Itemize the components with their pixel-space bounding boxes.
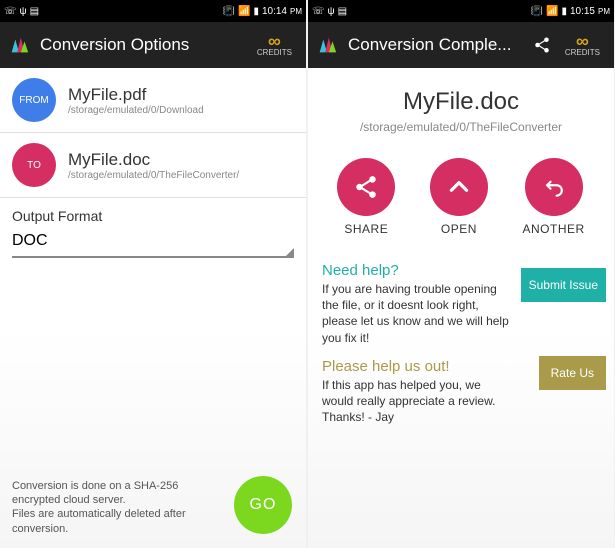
from-file-info: MyFile.pdf /storage/emulated/0/Download [68, 85, 294, 116]
app-logo-icon [8, 34, 30, 56]
status-right: 📳 📶 ▮ 10:14PM [223, 6, 302, 17]
bars-icon: ▤ [338, 6, 347, 17]
page-title: Conversion Options [40, 35, 251, 55]
share-button[interactable]: SHARE [337, 158, 395, 236]
usb-icon: ψ [20, 6, 27, 17]
screen-conversion-options: ☏ ψ ▤ 📳 📶 ▮ 10:14PM Conversion Options ∞… [0, 0, 306, 548]
help-section-1: Need help? If you are having trouble ope… [308, 250, 614, 346]
submit-issue-button[interactable]: Submit Issue [521, 268, 606, 302]
help-section-2: Please help us out! If this app has help… [308, 346, 614, 426]
go-label: GO [250, 496, 277, 514]
usb-icon: ψ [328, 6, 335, 17]
vibrate-icon: 📳 [531, 6, 543, 17]
share-icon [533, 36, 551, 54]
output-format-value: DOC [12, 232, 48, 249]
status-left: ☏ ψ ▤ [4, 6, 39, 17]
clock-text: 10:14 [262, 6, 287, 17]
to-file-info: MyFile.doc /storage/emulated/0/TheFileCo… [68, 150, 294, 181]
status-bar: ☏ ψ ▤ 📳 📶 ▮ 10:14PM [0, 0, 306, 22]
footer-note: Conversion is done on a SHA-256 encrypte… [12, 479, 212, 536]
from-file-path: /storage/emulated/0/Download [68, 105, 294, 116]
to-file-name: MyFile.doc [68, 150, 294, 170]
from-badge: FROM [12, 78, 56, 122]
credits-label: CREDITS [257, 48, 292, 57]
battery-icon: ▮ [561, 6, 567, 17]
share-circle [337, 158, 395, 216]
signal-icon: 📶 [546, 6, 558, 17]
share-icon [353, 174, 379, 200]
bars-icon: ▤ [30, 6, 39, 17]
vibrate-icon: 📳 [223, 6, 235, 17]
share-action-button[interactable] [525, 36, 559, 54]
clock-text: 10:15 [570, 6, 595, 17]
status-right: 📳 📶 ▮ 10:15PM [531, 6, 610, 17]
credits-button[interactable]: ∞ CREDITS [251, 34, 298, 57]
credits-button[interactable]: ∞ CREDITS [559, 34, 606, 57]
go-button[interactable]: GO [234, 476, 292, 534]
another-label: ANOTHER [523, 222, 585, 236]
open-circle [430, 158, 488, 216]
clock-suffix: PM [598, 7, 610, 16]
battery-icon: ▮ [253, 6, 259, 17]
to-file-path: /storage/emulated/0/TheFileConverter/ [68, 170, 294, 181]
clock-suffix: PM [290, 7, 302, 16]
action-row: SHARE OPEN ANOTHER [308, 144, 614, 250]
result-filename: MyFile.doc [320, 88, 602, 116]
credits-label: CREDITS [565, 48, 600, 57]
another-button[interactable]: ANOTHER [523, 158, 585, 236]
app-logo-icon [316, 34, 338, 56]
open-button[interactable]: OPEN [430, 158, 488, 236]
voicemail-icon: ☏ [4, 6, 17, 17]
infinity-icon: ∞ [576, 34, 589, 48]
to-file-row[interactable]: TO MyFile.doc /storage/emulated/0/TheFil… [0, 133, 306, 198]
output-format-dropdown[interactable]: DOC [12, 226, 294, 258]
signal-icon: 📶 [238, 6, 250, 17]
another-circle [525, 158, 583, 216]
from-file-name: MyFile.pdf [68, 85, 294, 105]
status-left: ☏ ψ ▤ [312, 6, 347, 17]
app-bar: Conversion Options ∞ CREDITS [0, 22, 306, 68]
status-bar: ☏ ψ ▤ 📳 📶 ▮ 10:15PM [308, 0, 614, 22]
page-title: Conversion Comple... [348, 35, 525, 55]
undo-icon [541, 174, 567, 200]
from-file-row[interactable]: FROM MyFile.pdf /storage/emulated/0/Down… [0, 68, 306, 133]
screen-conversion-complete: ☏ ψ ▤ 📳 📶 ▮ 10:15PM Conversion Comple...… [308, 0, 614, 548]
chevron-up-icon [446, 174, 472, 200]
to-badge: TO [12, 143, 56, 187]
output-format-label: Output Format [0, 198, 306, 226]
result-header: MyFile.doc /storage/emulated/0/TheFileCo… [308, 68, 614, 144]
infinity-icon: ∞ [268, 34, 281, 48]
share-label: SHARE [344, 222, 388, 236]
voicemail-icon: ☏ [312, 6, 325, 17]
app-bar: Conversion Comple... ∞ CREDITS [308, 22, 614, 68]
result-path: /storage/emulated/0/TheFileConverter [320, 120, 602, 134]
open-label: OPEN [441, 222, 477, 236]
rate-us-button[interactable]: Rate Us [539, 356, 606, 390]
